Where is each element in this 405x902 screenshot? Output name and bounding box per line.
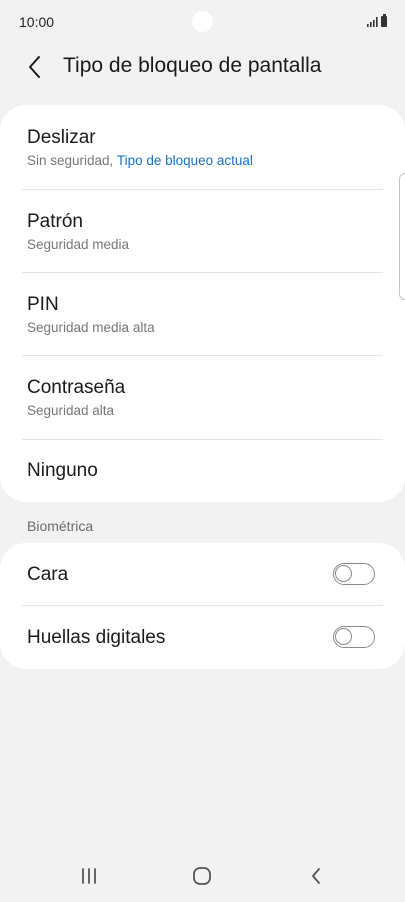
lock-type-card: Deslizar Sin seguridad, Tipo de bloqueo … [0, 105, 405, 502]
option-ninguno[interactable]: Ninguno [0, 440, 405, 502]
option-contrasena[interactable]: Contraseña Seguridad alta [0, 356, 405, 439]
option-subtitle: Seguridad alta [27, 403, 115, 418]
toggle-knob [335, 628, 352, 645]
face-toggle[interactable] [333, 563, 375, 585]
scroll-indicator[interactable] [399, 173, 405, 300]
recent-apps-icon [82, 868, 96, 884]
battery-icon [381, 14, 387, 27]
header: Tipo de bloqueo de pantalla [0, 44, 405, 90]
status-bar: 10:00 [0, 0, 405, 44]
option-subtitle: Seguridad media alta [27, 320, 155, 335]
current-lock-label: Tipo de bloqueo actual [116, 153, 253, 168]
recent-apps-button[interactable] [71, 863, 107, 889]
section-label-biometrics: Biométrica [27, 518, 94, 534]
home-button[interactable] [184, 863, 220, 889]
option-title: Contraseña [27, 377, 126, 398]
option-title: Ninguno [27, 460, 98, 481]
home-icon [193, 867, 211, 885]
option-cara[interactable]: Cara [0, 543, 405, 605]
back-icon [312, 868, 320, 884]
page-title: Tipo de bloqueo de pantalla [63, 54, 322, 77]
signal-icon [367, 17, 378, 27]
option-title: PIN [27, 294, 59, 315]
back-button[interactable] [20, 52, 50, 82]
nav-bar [0, 850, 405, 902]
option-deslizar[interactable]: Deslizar Sin seguridad, Tipo de bloqueo … [0, 105, 405, 189]
chevron-left-icon [29, 56, 40, 78]
status-icons [367, 14, 387, 27]
option-pin[interactable]: PIN Seguridad media alta [0, 273, 405, 355]
screen: 10:00 Tipo de bloqueo de pantalla Desliz… [0, 0, 405, 902]
biometrics-card: Cara Huellas digitales [0, 543, 405, 669]
option-subtitle: Seguridad media [27, 237, 130, 252]
option-huellas[interactable]: Huellas digitales [0, 606, 405, 669]
option-title: Cara [27, 564, 69, 585]
toggle-knob [335, 565, 352, 582]
option-title: Huellas digitales [27, 627, 166, 648]
fingerprint-toggle[interactable] [333, 626, 375, 648]
camera-cutout [192, 11, 213, 32]
status-time: 10:00 [19, 14, 55, 30]
option-title: Deslizar [27, 127, 96, 148]
option-subtitle: Sin seguridad, Tipo de bloqueo actual [27, 153, 253, 168]
option-subtitle-text: Sin seguridad, [27, 153, 117, 168]
nav-back-button[interactable] [298, 863, 334, 889]
option-title: Patrón [27, 211, 83, 232]
option-patron[interactable]: Patrón Seguridad media [0, 190, 405, 272]
